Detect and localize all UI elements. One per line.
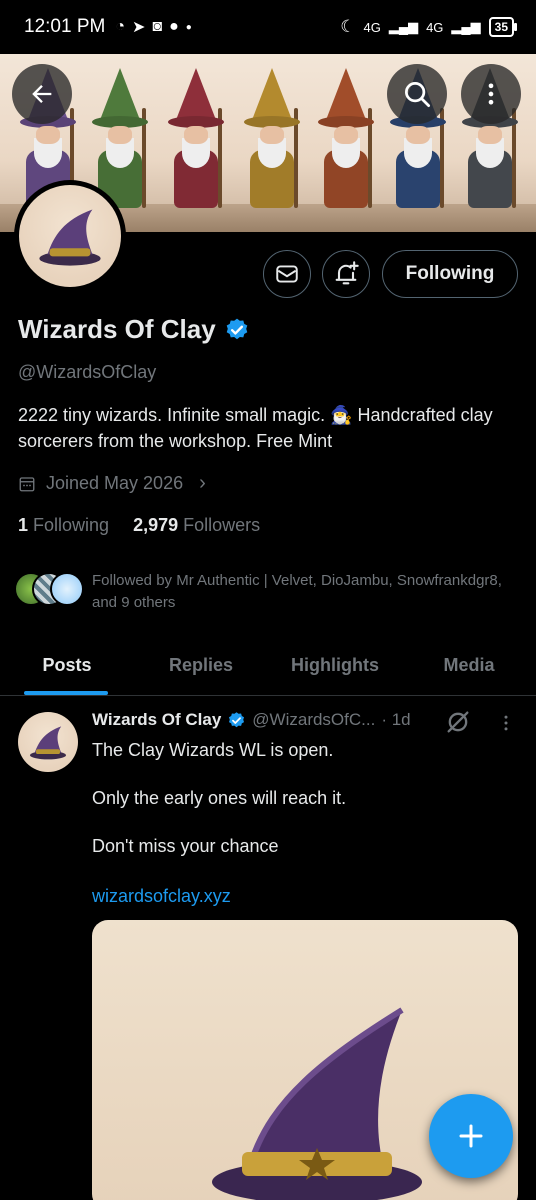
more-button[interactable]	[461, 64, 521, 124]
search-button[interactable]	[387, 64, 447, 124]
discord-icon: ◙	[152, 18, 163, 35]
joined-date: Joined May 2026	[46, 473, 184, 493]
signal-icon: ▂▄▆	[451, 19, 481, 34]
wizard-hat-image	[39, 209, 101, 266]
post-line: The Clay Wizards WL is open.	[92, 740, 334, 760]
post-time: · 1d	[381, 710, 411, 729]
arrow-left-icon	[32, 85, 52, 103]
more-vertical-icon	[488, 83, 494, 105]
follow-stats: 1 Following 2,979 Followers	[18, 515, 260, 536]
profile-avatar[interactable]	[14, 180, 126, 292]
avatar	[50, 572, 84, 606]
followers-stat[interactable]: 2,979 Followers	[133, 515, 260, 536]
back-button[interactable]	[12, 64, 72, 124]
joined-row[interactable]: Joined May 2026 ›	[18, 472, 206, 495]
notify-button[interactable]	[322, 250, 370, 298]
chevron-right-icon: ›	[199, 472, 206, 494]
post-avatar[interactable]	[18, 712, 78, 772]
profile-bio: 2222 tiny wizards. Infinite small magic.…	[18, 405, 493, 451]
profile-handle: @WizardsOfClay	[18, 362, 157, 382]
banner-wizard-figure	[244, 68, 300, 218]
post-link[interactable]: wizardsofclay.xyz	[92, 886, 231, 907]
post-more-icon[interactable]	[496, 712, 516, 734]
battery-icon: 35	[488, 17, 518, 37]
post-line: Only the early ones will reach it.	[92, 788, 347, 808]
search-icon	[405, 82, 430, 107]
banner-wizard-figure	[318, 68, 374, 218]
network-4g-1: 4G	[363, 19, 381, 35]
signal-icon: ▂▄▆	[388, 19, 419, 34]
chat-icon: ●	[169, 18, 179, 35]
followed-by-text: Followed by Mr Authentic | Velvet, DioJa…	[92, 572, 502, 611]
follower-avatars	[14, 570, 84, 606]
post-author-name[interactable]: Wizards Of Clay	[92, 710, 221, 730]
tab-posts[interactable]: Posts	[0, 636, 134, 695]
grok-icon[interactable]	[444, 708, 472, 736]
post-line: Don't miss your chance	[92, 836, 279, 856]
calendar-icon	[19, 476, 35, 491]
plus-icon	[459, 1124, 483, 1148]
post-author-handle: @WizardsOfC...	[252, 710, 376, 729]
compose-button[interactable]	[429, 1094, 513, 1178]
following-stat[interactable]: 1 Following	[18, 515, 109, 536]
wizard-hat-image	[30, 726, 66, 760]
status-bar: 12:01 PM ◔ ➤ ◙ ● ● ☾ 4G ▂▄▆ 4G ▂▄▆ 35	[0, 0, 536, 54]
tab-highlights[interactable]: Highlights	[268, 636, 402, 695]
moon-icon: ☾	[340, 17, 356, 36]
banner-wizard-figure	[168, 68, 224, 218]
tab-replies[interactable]: Replies	[134, 636, 268, 695]
mail-icon	[276, 265, 298, 283]
notification-icons: ◔ ➤ ◙ ● ●	[115, 17, 191, 37]
verified-badge-icon	[229, 711, 245, 727]
verified-badge-icon	[226, 318, 248, 339]
post-body: The Clay Wizards WL is open. Only the ea…	[92, 738, 512, 882]
network-4g-2: 4G	[426, 19, 444, 35]
bell-plus-icon	[335, 261, 359, 285]
status-time: 12:01 PM	[24, 16, 106, 37]
profile-tabs: Posts Replies Highlights Media	[0, 636, 536, 696]
dot-icon: ●	[185, 21, 192, 33]
whatsapp-icon: ◔	[115, 18, 125, 35]
followed-by-row[interactable]: Followed by Mr Authentic | Velvet, DioJa…	[14, 570, 512, 614]
profile-name-row: Wizards Of Clay	[18, 314, 250, 345]
following-button[interactable]: Following	[382, 250, 518, 298]
profile-name: Wizards Of Clay	[18, 314, 216, 344]
tab-media[interactable]: Media	[402, 636, 536, 695]
post-header: Wizards Of Clay @WizardsOfC... · 1d	[92, 710, 411, 730]
telegram-icon: ➤	[132, 19, 146, 36]
message-button[interactable]	[263, 250, 311, 298]
